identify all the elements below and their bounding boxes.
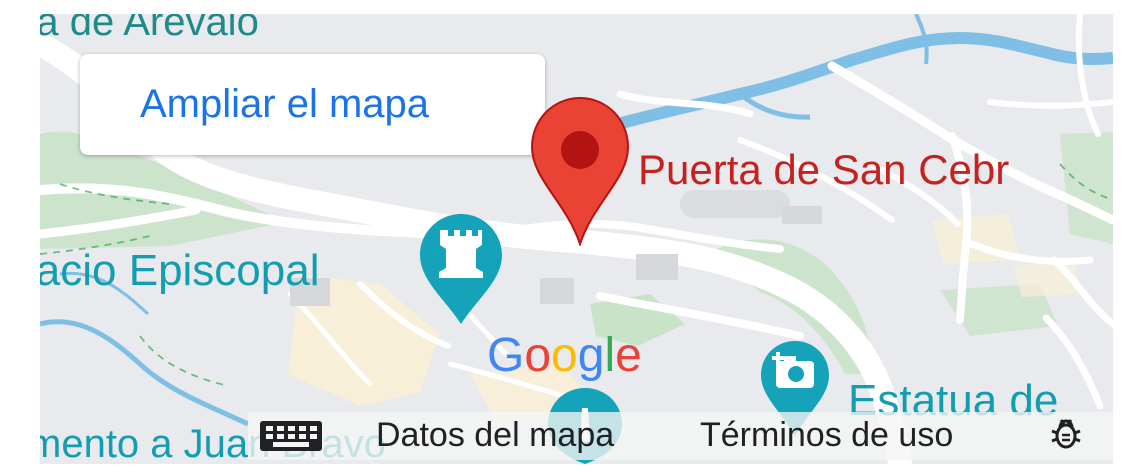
google-logo: Google: [487, 329, 642, 382]
place-label-arevalo[interactable]: rta de Arevalo: [40, 14, 259, 45]
keyboard-shortcuts-icon[interactable]: [258, 418, 324, 454]
map-frame[interactable]: Ampliar el mapa rta de Arevalo Puerta de…: [40, 14, 1113, 464]
report-bug-icon[interactable]: [1049, 416, 1083, 452]
selected-place-label[interactable]: Puerta de San Cebr: [638, 146, 1009, 194]
place-label-episcopal[interactable]: lacio Episcopal: [40, 246, 320, 296]
terms-of-use-link[interactable]: Términos de uso: [700, 416, 953, 455]
expand-map-link-label: Ampliar el mapa: [140, 82, 430, 126]
expand-map-link[interactable]: Ampliar el mapa: [80, 54, 545, 155]
castle-poi-icon[interactable]: [416, 212, 506, 326]
map-data-link[interactable]: Datos del mapa: [376, 416, 614, 455]
red-location-pin-icon[interactable]: [527, 96, 633, 246]
